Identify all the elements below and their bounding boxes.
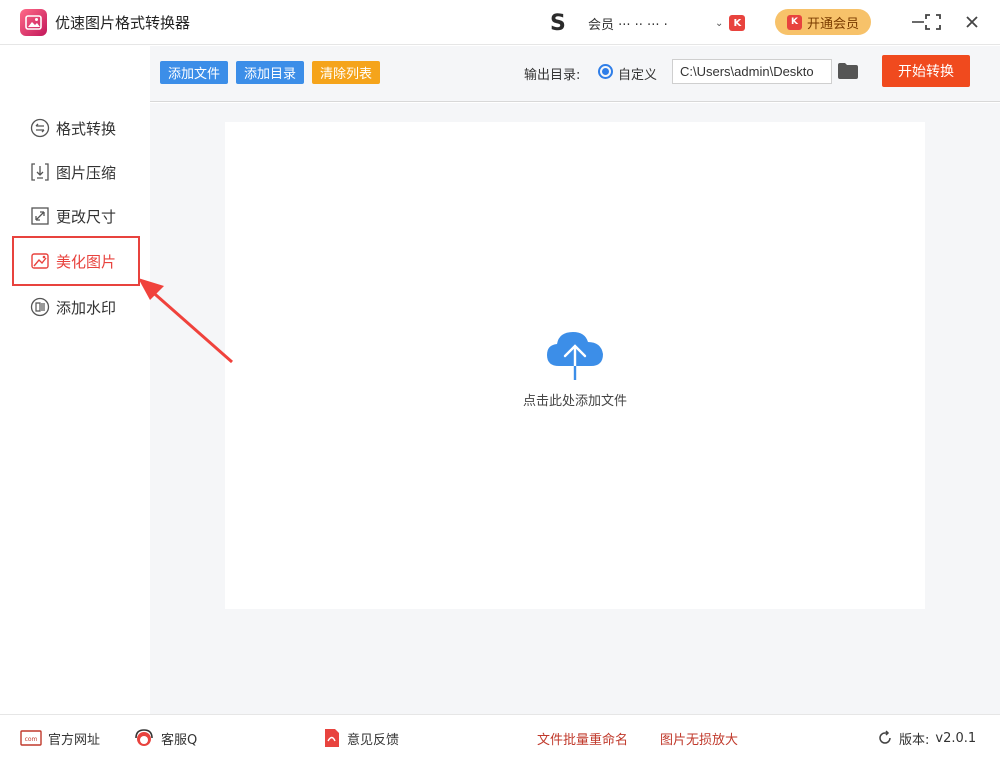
app-logo-icon	[20, 9, 47, 36]
toolbar: 添加文件 添加目录 清除列表 输出目录: 自定义 开始转换	[150, 46, 1000, 102]
cloud-upload-icon	[543, 324, 607, 382]
vip-label: 开通会员	[806, 16, 859, 32]
footer: com 官方网址 客服Q 意见反馈 文件批量重命名 图片无损放大 版本: v2.…	[0, 714, 1000, 760]
convert-icon	[30, 118, 50, 138]
compress-icon	[30, 162, 50, 182]
file-drop-zone[interactable]: 点击此处添加文件	[225, 122, 925, 609]
annotation-arrow	[138, 278, 233, 364]
main-area: 点击此处添加文件	[150, 103, 1000, 714]
add-file-button[interactable]: 添加文件	[160, 61, 229, 84]
output-path-input[interactable]	[672, 59, 832, 84]
start-convert-button[interactable]: 开始转换	[882, 55, 970, 87]
clear-list-button[interactable]: 清除列表	[312, 61, 381, 84]
sidebar-item-label: 格式转换	[56, 119, 117, 138]
custom-radio[interactable]	[598, 64, 613, 79]
customer-service-link[interactable]: 客服Q	[133, 728, 197, 748]
sidebar-item-resize[interactable]: 更改尺寸	[30, 204, 116, 228]
watermark-icon	[30, 297, 50, 317]
sidebar-item-format-convert[interactable]: 格式转换	[30, 116, 116, 140]
feedback-label: 意见反馈	[347, 732, 400, 748]
service-icon	[133, 728, 155, 748]
vip-button[interactable]: K 开通会员	[775, 9, 871, 35]
maximize-button[interactable]	[918, 8, 948, 36]
title-bar: 优速图片格式转换器 S 会员 ··· ·· ··· · ⌄ K K 开通会员	[0, 0, 1000, 45]
user-badge-icon: K	[729, 15, 746, 31]
maximize-icon	[925, 14, 941, 30]
feedback-link[interactable]: 意见反馈	[323, 728, 399, 748]
version-info[interactable]: 版本: v2.0.1	[877, 728, 976, 748]
sidebar-item-beautify[interactable]: 美化图片	[30, 249, 116, 273]
svg-text:com: com	[25, 736, 38, 743]
output-dir-label: 输出目录:	[524, 68, 581, 83]
resize-icon	[30, 206, 50, 226]
chevron-down-icon[interactable]: ⌄	[715, 18, 723, 29]
sidebar-item-label: 图片压缩	[56, 163, 117, 182]
close-button[interactable]	[957, 8, 987, 36]
beautify-icon	[30, 251, 50, 271]
service-label: 客服Q	[161, 732, 198, 748]
website-icon: com	[20, 730, 42, 746]
folder-icon[interactable]	[837, 62, 859, 80]
feedback-icon	[323, 728, 341, 748]
refresh-icon	[877, 730, 893, 746]
drop-hint: 点击此处添加文件	[522, 394, 627, 409]
version-value: v2.0.1	[935, 730, 977, 746]
user-label: 会员 ··· ·· ··· ·	[588, 17, 668, 33]
user-logo-icon: S	[550, 10, 566, 36]
sidebar-item-label: 更改尺寸	[56, 207, 117, 226]
user-account[interactable]: S 会员 ··· ·· ··· · ⌄ K	[550, 10, 746, 36]
add-directory-button[interactable]: 添加目录	[236, 61, 305, 84]
lossless-enlarge-link[interactable]: 图片无损放大	[660, 728, 738, 748]
vip-icon: K	[786, 14, 802, 30]
version-label: 版本:	[899, 732, 930, 748]
sidebar: 格式转换 图片压缩 更改尺寸 美化图片 添加水印	[0, 46, 150, 714]
website-link[interactable]: com 官方网址	[20, 728, 100, 748]
close-icon	[966, 16, 978, 28]
batch-rename-link[interactable]: 文件批量重命名	[537, 728, 628, 748]
sidebar-item-compress[interactable]: 图片压缩	[30, 160, 116, 184]
website-label: 官方网址	[48, 732, 101, 748]
app-title: 优速图片格式转换器	[55, 14, 191, 32]
sidebar-item-label: 添加水印	[56, 298, 117, 317]
sidebar-item-label: 美化图片	[56, 252, 117, 271]
sidebar-item-watermark[interactable]: 添加水印	[30, 295, 116, 319]
custom-radio-label[interactable]: 自定义	[618, 64, 657, 83]
